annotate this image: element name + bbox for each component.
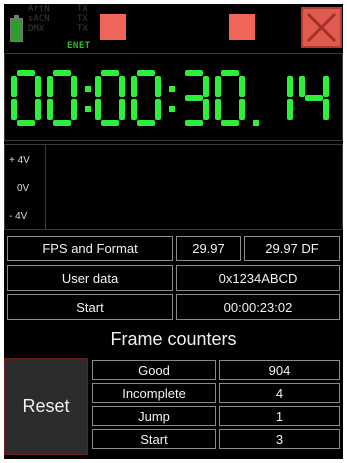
start-value: 00:00:23:02: [176, 294, 340, 320]
timecode-separator: [169, 86, 175, 92]
protocol-artnet-label: ArtN: [28, 4, 50, 14]
status-indicator-right: [229, 14, 255, 40]
timecode-digit: [11, 70, 41, 126]
level-meter: + 4V 0V - 4V: [4, 144, 343, 230]
fps-format: 29.97 DF: [244, 236, 340, 261]
timecode-digit: [95, 70, 125, 126]
start-label: Start: [7, 294, 173, 320]
timecode-digit: [287, 76, 293, 120]
timecode-display: [4, 53, 343, 141]
counter-start-value: 3: [219, 429, 340, 449]
timecode-digit: [215, 70, 245, 126]
counter-good-value: 904: [219, 360, 340, 380]
timecode-separator: [85, 86, 91, 92]
counter-incomplete-value: 4: [219, 383, 340, 403]
timecode-digit: [47, 70, 77, 126]
counter-jump-value: 1: [219, 406, 340, 426]
timecode-separator: [253, 120, 259, 126]
timecode-digit: [131, 70, 161, 126]
close-x-icon: [306, 12, 337, 43]
battery-icon: [10, 15, 23, 42]
user-data-label: User data: [7, 265, 173, 291]
meter-scale: + 4V 0V - 4V: [5, 145, 46, 229]
timecode-digit: [185, 70, 209, 126]
meter-label-zero: 0V: [17, 183, 30, 194]
timecode-digits: [11, 70, 329, 126]
tx-dmx-label: TX: [77, 24, 88, 34]
counter-good-label: Good: [92, 360, 216, 380]
status-bar: ArtN sACN DMX TX TX TX ENET: [4, 4, 343, 51]
protocol-dmx-label: DMX: [28, 24, 45, 34]
frame-counters-title: Frame counters: [110, 329, 237, 349]
tx-sacn-label: TX: [77, 14, 88, 24]
status-indicator-left: [100, 14, 126, 40]
protocol-sacn-label: sACN: [28, 14, 50, 24]
meter-label-plus: + 4V: [9, 155, 30, 166]
fps-label: FPS and Format: [7, 236, 173, 261]
reset-button[interactable]: Reset: [4, 358, 88, 455]
counter-jump-label: Jump: [92, 406, 216, 426]
meter-label-minus: - 4V: [9, 211, 28, 222]
fps-value: 29.97: [176, 236, 241, 261]
timecode-panel: ArtN sACN DMX TX TX TX ENET + 4V 0V - 4V…: [4, 4, 343, 459]
timecode-separator: [85, 106, 91, 112]
counter-start-label: Start: [92, 429, 216, 449]
network-label: ENET: [67, 41, 91, 51]
timecode-separator: [169, 106, 175, 112]
counter-incomplete-label: Incomplete: [92, 383, 216, 403]
close-button[interactable]: [301, 7, 342, 48]
tx-artnet-label: TX: [77, 4, 88, 14]
timecode-digit: [299, 76, 329, 120]
user-data-value: 0x1234ABCD: [176, 265, 340, 291]
